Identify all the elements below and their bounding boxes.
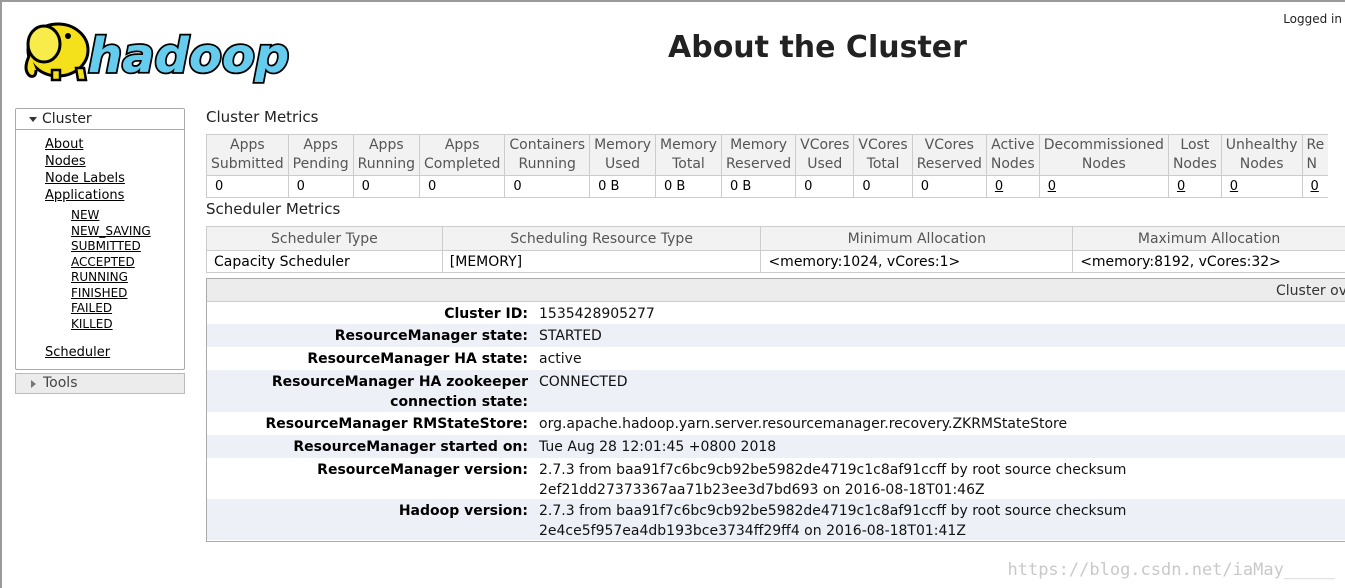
sched-header-type[interactable]: Scheduler Type [206, 226, 443, 251]
elephant-icon [24, 22, 90, 82]
overview-row: ResourceManager HA zookeeper connection … [207, 370, 1345, 412]
app-state-submitted[interactable]: SUBMITTED [16, 239, 184, 255]
metric-header[interactable]: Memory Used [589, 134, 657, 176]
overview-row: ResourceManager state: STARTED [207, 324, 1345, 347]
overview-key: ResourceManager version: [317, 462, 528, 478]
metric-value[interactable]: 0 [1038, 175, 1169, 198]
overview-row: ResourceManager HA state: active [207, 347, 1345, 370]
caret-down-icon [29, 117, 37, 122]
metric-value: 0 B [655, 175, 722, 198]
sidebar-link-applications[interactable]: Applications [16, 187, 184, 204]
metric-value: 0 [853, 175, 913, 198]
metric-header[interactable]: Apps Pending [287, 134, 354, 176]
metric-header[interactable]: Containers Running [504, 134, 591, 176]
metric-header[interactable]: Lost Nodes [1167, 134, 1222, 176]
metric-header[interactable]: Decommissioned Nodes [1038, 134, 1169, 176]
metric-value: 0 [206, 175, 289, 198]
overview-key: Cluster ID: [444, 306, 528, 322]
logged-in-label: Logged in [1283, 12, 1342, 26]
cluster-overview-panel: Cluster ov Cluster ID: 1535428905277 Resou… [206, 278, 1345, 542]
sched-cell-resource-type: [MEMORY] [441, 250, 762, 273]
watermark: https://blog.csdn.net/iaMay_____ [1007, 560, 1335, 580]
metric-header[interactable]: Re N [1301, 134, 1329, 176]
cluster-metrics-table: Apps Submitted Apps Pending Apps Running Apps C… [206, 134, 1329, 198]
metric-value[interactable]: 0 [1220, 175, 1303, 198]
overview-value: Tue Aug 28 12:01:45 +0800 2018 [539, 439, 777, 455]
metric-header[interactable]: VCores Reserved [911, 134, 987, 176]
app-state-running[interactable]: RUNNING [16, 270, 184, 286]
sidebar-cluster-label: Cluster [42, 111, 92, 127]
metric-header[interactable]: Apps Running [352, 134, 421, 176]
scheduler-metrics-table: Scheduler Type Scheduling Resource Type … [206, 226, 1345, 273]
overview-key: ResourceManager state: [334, 328, 528, 344]
metric-value[interactable]: 0 [1301, 175, 1329, 198]
metric-header[interactable]: Active Nodes [985, 134, 1040, 176]
metric-value: 0 [287, 175, 354, 198]
sidebar-link-nodes[interactable]: Nodes [16, 153, 184, 170]
overview-row: Hadoop version: 2.7.3 from baa91f7c6bc9cb… [207, 499, 1345, 540]
metric-value: 0 B [720, 175, 797, 198]
sched-cell-min-allocation: <memory:1024, vCores:1> [760, 250, 1074, 273]
sched-cell-type: Capacity Scheduler [206, 250, 443, 273]
logo-wordmark: hadoop [88, 28, 289, 84]
metric-value: 0 [418, 175, 506, 198]
overview-value: 2.7.3 from baa91f7c6bc9cb92be5982de4719c… [539, 462, 1127, 498]
metric-value: 0 [911, 175, 987, 198]
app-state-finished[interactable]: FINISHED [16, 286, 184, 302]
overview-value: org.apache.hadoop.yarn.server.resourcema… [539, 416, 1068, 432]
sidebar-cluster-panel: Cluster About Nodes Node Labels Applicat… [15, 108, 185, 370]
cluster-metrics-title: Cluster Metrics [206, 108, 319, 126]
app-state-new[interactable]: NEW [16, 208, 184, 224]
overview-row: ResourceManager RMStateStore: org.apache.… [207, 412, 1345, 435]
metric-value: 0 [352, 175, 421, 198]
overview-row: ResourceManager started on: Tue Aug 28 12… [207, 435, 1345, 458]
sched-header-min-allocation[interactable]: Minimum Allocation [760, 226, 1074, 251]
metric-header[interactable]: Unhealthy Nodes [1220, 134, 1303, 176]
sidebar-link-about[interactable]: About [16, 136, 184, 153]
overview-value: active [539, 351, 582, 367]
overview-key: ResourceManager HA zookeeper connection … [271, 374, 528, 410]
sidebar-tools-header[interactable]: Tools [15, 373, 185, 394]
metric-header[interactable]: Apps Completed [418, 134, 506, 176]
overview-row: ResourceManager version: 2.7.3 from baa91… [207, 458, 1345, 499]
overview-value: CONNECTED [539, 374, 628, 390]
metric-header[interactable]: Memory Reserved [720, 134, 797, 176]
metric-value: 0 [795, 175, 855, 198]
overview-key: ResourceManager started on: [293, 439, 528, 455]
metric-value: 0 [504, 175, 591, 198]
sidebar-tools-label: Tools [43, 375, 78, 391]
cluster-overview-header: Cluster ov [207, 279, 1345, 302]
metric-header[interactable]: Apps Submitted [206, 134, 289, 176]
metric-value: 0 B [589, 175, 657, 198]
caret-right-icon [31, 380, 36, 388]
metric-header[interactable]: Memory Total [655, 134, 722, 176]
app-state-new-saving[interactable]: NEW_SAVING [16, 224, 184, 240]
metric-header[interactable]: VCores Total [853, 134, 913, 176]
hadoop-logo[interactable]: hadoop [16, 12, 316, 86]
metric-header[interactable]: VCores Used [795, 134, 855, 176]
sidebar-link-scheduler[interactable]: Scheduler [16, 344, 184, 361]
scheduler-metrics-title: Scheduler Metrics [206, 200, 341, 218]
app-state-failed[interactable]: FAILED [16, 301, 184, 317]
overview-row: Cluster ID: 1535428905277 [207, 302, 1345, 324]
sched-header-resource-type[interactable]: Scheduling Resource Type [441, 226, 762, 251]
app-state-killed[interactable]: KILLED [16, 317, 184, 333]
sidebar-cluster-header[interactable]: Cluster [16, 109, 184, 130]
overview-key: Hadoop version: [398, 503, 528, 519]
overview-key: ResourceManager RMStateStore: [265, 416, 529, 432]
sched-cell-max-allocation: <memory:8192, vCores:32> [1072, 250, 1345, 273]
page-title: About the Cluster [668, 30, 967, 65]
sidebar-link-node-labels[interactable]: Node Labels [16, 170, 184, 187]
sidebar-links: About Nodes Node Labels Applications NEW… [16, 130, 184, 369]
overview-value: 1535428905277 [539, 306, 655, 322]
metric-value[interactable]: 0 [985, 175, 1040, 198]
overview-key: ResourceManager HA state: [307, 351, 528, 367]
overview-value: 2.7.3 from baa91f7c6bc9cb92be5982de4719c… [539, 503, 1127, 539]
metric-value[interactable]: 0 [1167, 175, 1222, 198]
sched-header-max-allocation[interactable]: Maximum Allocation [1072, 226, 1345, 251]
overview-value: STARTED [539, 328, 602, 344]
app-state-accepted[interactable]: ACCEPTED [16, 255, 184, 271]
